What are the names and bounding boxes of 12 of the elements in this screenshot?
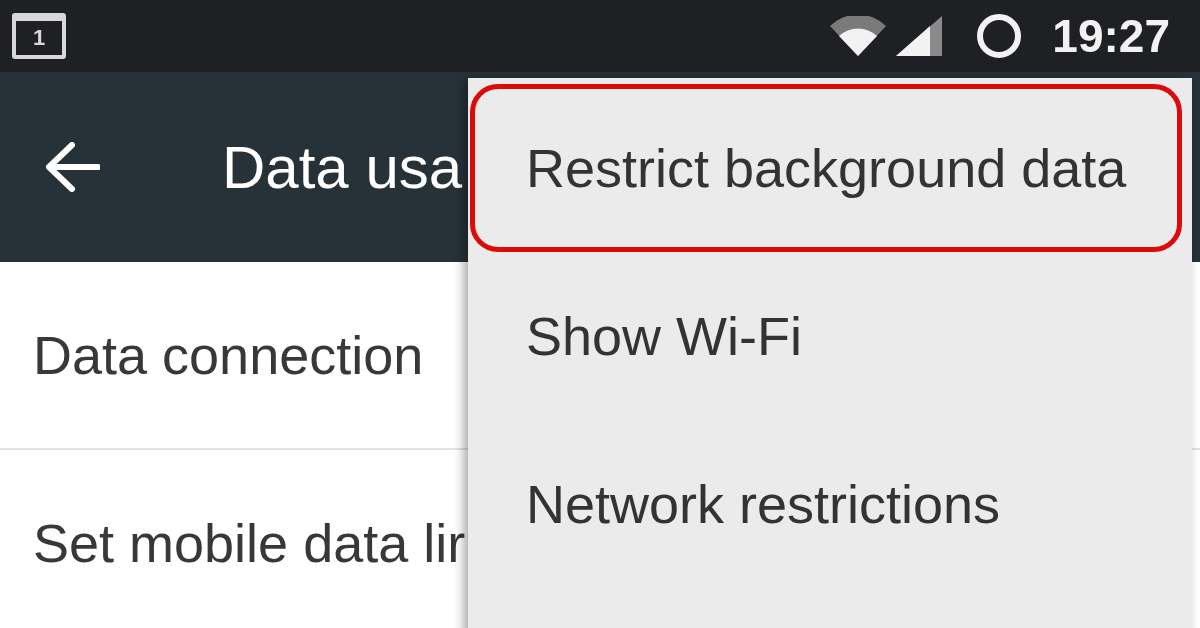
back-arrow-icon[interactable]	[44, 142, 100, 192]
calendar-day: 1	[32, 27, 46, 49]
screen-title: Data usa	[222, 132, 463, 202]
wifi-icon	[830, 16, 887, 56]
menu-item[interactable]: Show Wi-Fi	[470, 252, 1182, 420]
ring-icon	[976, 13, 1023, 59]
setting-label[interactable]: Set mobile data lir	[33, 512, 466, 574]
setting-label[interactable]: Data connection	[33, 324, 424, 386]
menu-item[interactable]: Network restrictions	[470, 420, 1182, 588]
clock-time: 19:27	[1052, 13, 1170, 59]
menu-item[interactable]: Restrict background data	[470, 84, 1182, 252]
signal-icon	[896, 16, 943, 56]
